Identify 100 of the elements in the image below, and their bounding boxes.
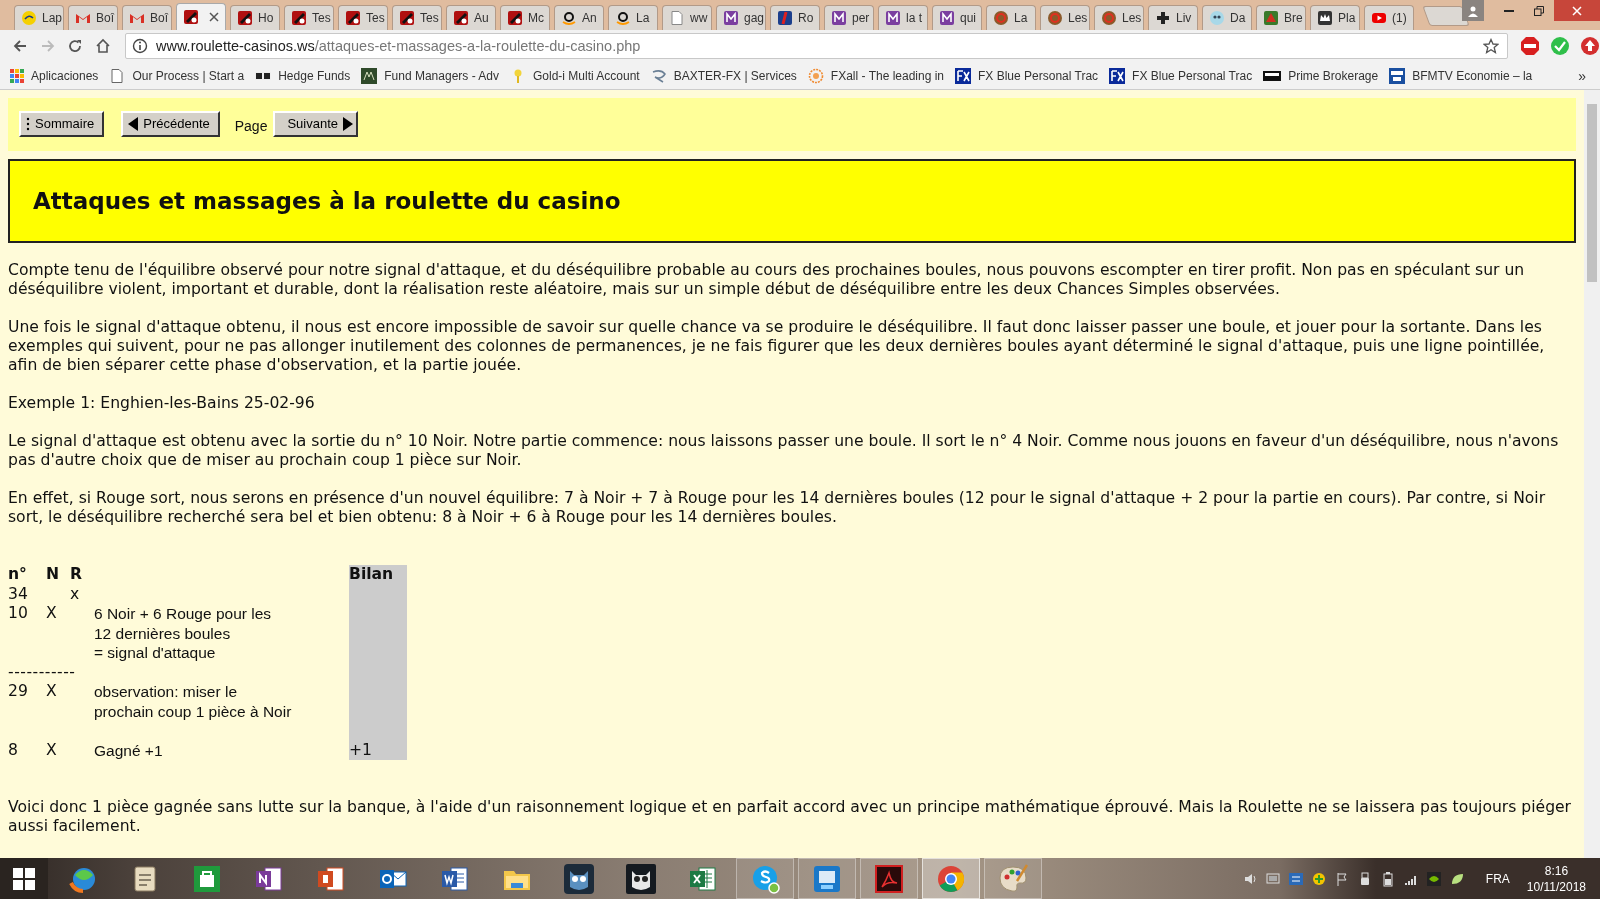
- left-triangle-icon: [127, 115, 140, 132]
- info-icon: [132, 38, 148, 54]
- browser-tab[interactable]: qui: [932, 5, 982, 30]
- browser-tab[interactable]: ww: [662, 5, 712, 30]
- start-button[interactable]: [0, 858, 48, 899]
- page-icon: [669, 10, 685, 26]
- language-indicator[interactable]: FRA: [1485, 871, 1510, 886]
- column-header: R: [70, 565, 83, 585]
- crown-icon: [1317, 10, 1333, 26]
- browser-tab[interactable]: Tes: [392, 5, 442, 30]
- browser-tab[interactable]: gag: [716, 5, 766, 30]
- plus-icon: [1155, 10, 1171, 26]
- browser-tab[interactable]: (1): [1364, 5, 1414, 30]
- browser-tab[interactable]: Pla: [1310, 5, 1360, 30]
- browser-tab[interactable]: Ro: [770, 5, 820, 30]
- post-horn-icon: [21, 10, 37, 26]
- taskbar-app-button[interactable]: [860, 858, 918, 899]
- table-cell-text: Gagné +1: [94, 740, 164, 760]
- table-cell-text: 8: [8, 740, 19, 760]
- browser-tab[interactable]: Mc: [500, 5, 550, 30]
- sync-icon: [1310, 870, 1327, 887]
- bookmark-link[interactable]: FXall - The leading in: [807, 65, 945, 86]
- roulette-icon: [453, 10, 469, 26]
- browser-tab[interactable]: Boî: [122, 5, 172, 30]
- profile-button[interactable]: [1462, 0, 1484, 21]
- swirl-icon: [650, 67, 667, 84]
- round-badge-icon: [1101, 10, 1117, 26]
- windows-logo-icon: [13, 867, 35, 890]
- bookmark-link[interactable]: FX Blue Personal Trac: [955, 65, 1099, 86]
- table-cell-text: X: [46, 740, 58, 760]
- paragraph: Le signal d'attaque est obtenu avec la sortie du n° 10 Noir. Notre partie commence: nous laissons passer une boule. Il sort le n° 4 Noir. Comme nous jouons en faveur d'un déséquilibre, nous n'avons pas d'autre choix que de miser au prochain coup 1 pièce sur Noir.: [8, 432, 1560, 470]
- person-icon: [1467, 4, 1479, 17]
- round-badge-icon: [1047, 10, 1063, 26]
- close-icon: [1572, 5, 1582, 16]
- roulette-icon: [399, 10, 415, 26]
- bookmark-link[interactable]: Prime Brokerage: [1263, 65, 1379, 86]
- browser-tab[interactable]: Les: [1040, 5, 1090, 30]
- browser-tab[interactable]: Au: [446, 5, 496, 30]
- star-icon: [1483, 38, 1499, 54]
- previous-button[interactable]: Précédente: [121, 110, 220, 137]
- table-cell-text: 29: [8, 682, 29, 702]
- bird-icon: [1263, 10, 1279, 26]
- owl-app-icon: [563, 862, 595, 895]
- logo-icon: [1389, 67, 1406, 84]
- adblock-icon: [1520, 36, 1540, 56]
- sun-icon: [807, 67, 824, 84]
- browser-tab[interactable]: Tes: [338, 5, 388, 30]
- browser-tab[interactable]: Les: [1094, 5, 1144, 30]
- paragraph: En effet, si Rouge sort, nous serons en présence d'un nouvel équilibre: 7 à Noir + 7 à Rouge pour les 14 dernières boules (12 pour le signal d'attaque + 2 pour la partie en cours). Par contre, si Noir sort, le déséquilibre recherché sera bel et bien obtenu: 8 à Noir + 6 à Rouge pour les 14 dernières boules.: [8, 489, 1547, 527]
- clock[interactable]: 8:16 10/11/2018: [1526, 862, 1586, 895]
- roulette-icon: [291, 10, 307, 26]
- apps-grid-icon: [10, 68, 24, 83]
- column-header: n°: [8, 565, 28, 585]
- roulette-icon: [183, 9, 199, 25]
- table-cell-text: 10: [8, 604, 29, 624]
- summary-button[interactable]: Sommaire: [19, 110, 105, 137]
- monogram-tile-icon: [885, 10, 901, 26]
- paragraph: Voici donc 1 pièce gagnée sans lutte sur la banque, à l'aide d'un raisonnement logique et en parfait accord avec un principe mathématique éprouvé. Mais la Roulette ne se laissera pas toujours piéger aussi facilement.: [8, 798, 1573, 836]
- monogram-tile-icon: [939, 10, 955, 26]
- bookmark-link[interactable]: Gold-i Multi Account: [510, 65, 640, 86]
- browser-tab[interactable]: [176, 3, 226, 30]
- table-cell-text: X: [46, 682, 58, 702]
- bookmark-link[interactable]: Fund Managers - Adv: [361, 65, 499, 86]
- home-icon: [95, 38, 112, 54]
- bookmark-link[interactable]: FX Blue Personal Trac: [1109, 65, 1253, 86]
- browser-tab[interactable]: Lap: [14, 5, 64, 30]
- browser-tab[interactable]: La: [608, 5, 658, 30]
- palette-icon: [997, 862, 1029, 895]
- browser-tab[interactable]: Bre: [1256, 5, 1306, 30]
- scrollbar[interactable]: [1584, 90, 1600, 858]
- bookmark-link[interactable]: Our Process | Start a: [109, 65, 245, 86]
- browser-tab[interactable]: Boî: [68, 5, 118, 30]
- page-label: Page: [234, 117, 268, 136]
- logo-icon: [955, 67, 972, 84]
- browser-tab[interactable]: Ho: [230, 5, 280, 30]
- dashed-separator: -----------: [8, 662, 77, 682]
- paragraph: Compte tenu de l'équilibre observé pour notre signal d'attaque, et du déséquilibre probable au cours des prochaines boules, nous pouvons escompter en tirer profit. Non pas en spéculant sur un déséquilibre violent, important et durable, dont la réalisation reste aléatoire, mais sur un simple début de déséquilibre entre les deux Chances Simples observées.: [8, 261, 1526, 299]
- browser-tab[interactable]: Da: [1202, 5, 1252, 30]
- browser-tab[interactable]: La: [986, 5, 1036, 30]
- browser-tab[interactable]: la t: [878, 5, 928, 30]
- browser-tab[interactable]: An: [554, 5, 604, 30]
- smile-arrow-icon: [615, 10, 631, 26]
- right-triangle-icon: [342, 115, 355, 132]
- browser-tab[interactable]: per: [824, 5, 874, 30]
- bookmark-link[interactable]: BAXTER-FX | Services: [650, 65, 797, 86]
- forward-icon: [39, 38, 56, 54]
- bookmark-link[interactable]: Hedge Funds: [255, 65, 351, 86]
- browser-tab[interactable]: Tes: [284, 5, 334, 30]
- address-bar[interactable]: www.roulette-casinos.ws/attaques-et-massages-a-la-roulette-du-casino.php: [125, 33, 1508, 59]
- network-icon: [1287, 870, 1304, 887]
- more-bookmarks-button[interactable]: »: [1578, 67, 1586, 84]
- bookmark-link[interactable]: BFMTV Economie – la: [1389, 65, 1533, 86]
- column-header: N: [46, 565, 61, 585]
- monogram-tile-icon: [723, 10, 739, 26]
- monogram-tile-icon: [831, 10, 847, 26]
- browser-tab[interactable]: Liv: [1148, 5, 1198, 30]
- next-button[interactable]: Suivante: [273, 110, 359, 137]
- bookmark-link[interactable]: Aplicaciones: [10, 66, 99, 85]
- table-cell-text: X: [46, 604, 58, 624]
- pdf-app-icon: [873, 862, 905, 895]
